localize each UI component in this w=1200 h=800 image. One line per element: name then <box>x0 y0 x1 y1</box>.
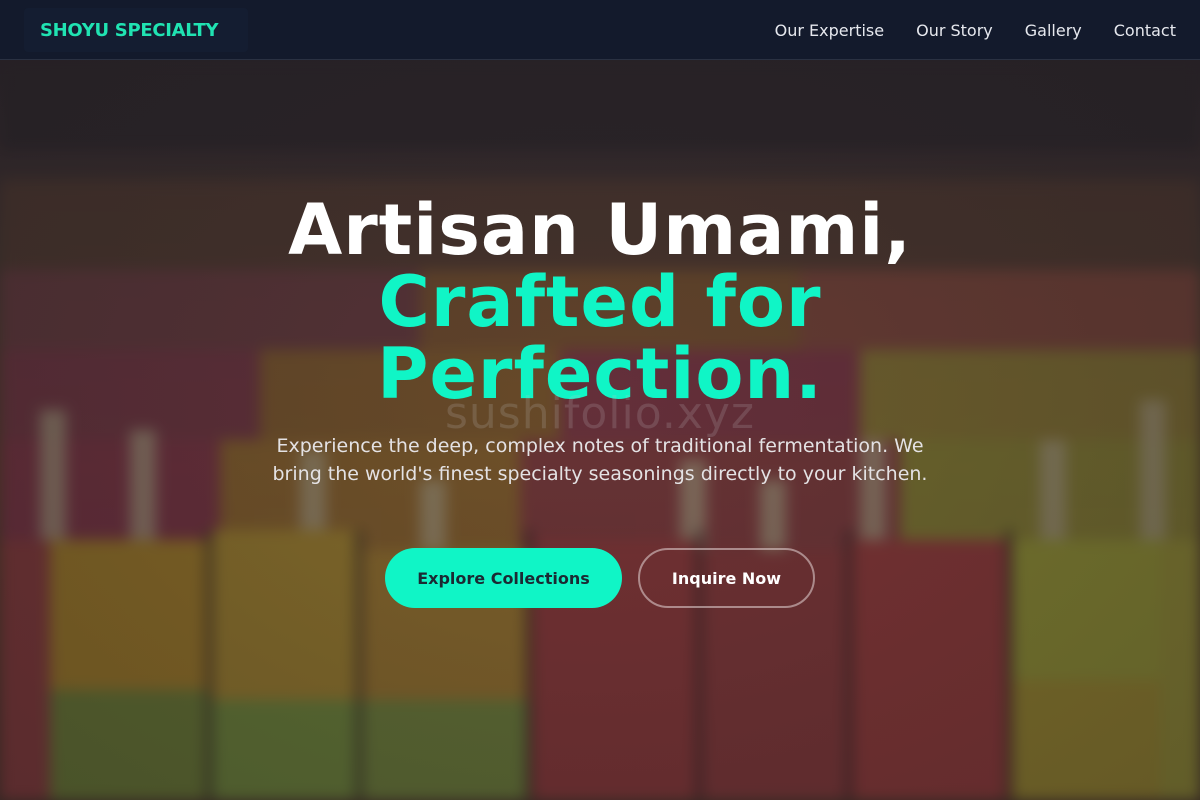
hero-section: Artisan Umami, Crafted for Perfection. s… <box>0 60 1200 800</box>
inquire-now-button[interactable]: Inquire Now <box>638 548 815 608</box>
nav-link-contact[interactable]: Contact <box>1114 21 1176 40</box>
nav-link-our-expertise[interactable]: Our Expertise <box>775 21 884 40</box>
headline-line-2: Crafted for <box>378 261 822 343</box>
hero-description: Experience the deep, complex notes of tr… <box>272 435 928 485</box>
explore-collections-button[interactable]: Explore Collections <box>385 548 622 608</box>
brand-name: SHOYU SPECIALTY <box>40 19 219 41</box>
nav-links: Our Expertise Our Story Gallery Contact <box>775 0 1176 60</box>
nav-link-our-story[interactable]: Our Story <box>916 21 993 40</box>
brand-logo[interactable]: SHOYU SPECIALTY <box>24 8 248 52</box>
nav-link-gallery[interactable]: Gallery <box>1025 21 1082 40</box>
top-navbar: SHOYU SPECIALTY Our Expertise Our Story … <box>0 0 1200 60</box>
hero-headline: Artisan Umami, Crafted for Perfection. <box>0 194 1200 410</box>
headline-line-1: Artisan Umami, <box>288 189 912 271</box>
